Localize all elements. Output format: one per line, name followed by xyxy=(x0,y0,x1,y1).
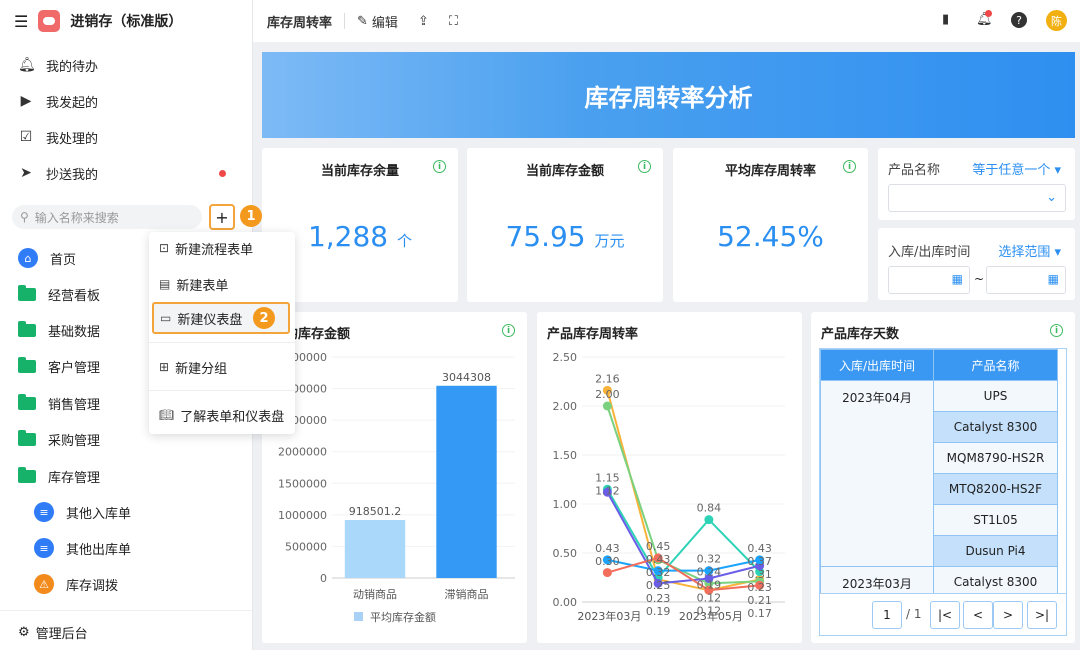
data-point xyxy=(602,401,612,411)
data-label: 0.43 xyxy=(747,542,772,555)
data-label: 0.24 xyxy=(697,566,722,579)
column-header: 产品名称 xyxy=(933,349,1058,381)
column-header: 入库/出库时间 xyxy=(820,349,934,381)
page-total: / 1 xyxy=(906,607,922,621)
data-label: 0.21 xyxy=(747,594,772,607)
y-tick-label: 1000000 xyxy=(278,509,327,522)
y-tick-label: 0.00 xyxy=(553,596,578,609)
date-cell: 2023年04月 xyxy=(820,380,934,567)
product-cell: ST1L05 xyxy=(933,504,1058,536)
product-cell: UPS xyxy=(933,380,1058,412)
data-label: 0.31 xyxy=(747,568,772,581)
y-tick-label: 1500000 xyxy=(278,477,327,490)
data-label: 2.16 xyxy=(595,372,620,385)
data-label: 0.37 xyxy=(747,555,772,568)
label: 新建流程表单 xyxy=(175,242,254,258)
prev-page-button[interactable]: < xyxy=(963,601,993,629)
data-point xyxy=(704,515,714,525)
x-tick-label: 动销商品 xyxy=(353,587,397,601)
product-cell: Catalyst 8300 xyxy=(933,411,1058,443)
y-tick-label: 500000 xyxy=(285,540,327,553)
legend-label: 平均库存金额 xyxy=(370,610,436,624)
menu-item-new-group[interactable]: ⊞ 新建分组 xyxy=(149,351,295,383)
product-cell: MTQ8200-HS2F xyxy=(933,473,1058,505)
x-tick-label: 2023年03月 xyxy=(577,609,641,623)
y-tick-label: 2.50 xyxy=(553,351,578,364)
data-label: 0.23 xyxy=(747,581,772,594)
y-tick-label: 0 xyxy=(320,572,327,585)
data-label: 0.84 xyxy=(697,502,722,515)
menu-item-learn[interactable]: 📖︎ 了解表单和仪表盘 xyxy=(149,399,295,431)
y-tick-label: 0.50 xyxy=(553,547,578,560)
last-page-button[interactable]: >| xyxy=(1027,601,1057,629)
data-label: 1.15 xyxy=(595,471,620,484)
menu-item-new-flow-form[interactable]: ⊡ 新建流程表单 xyxy=(149,232,295,264)
label: 新建分组 xyxy=(175,361,228,377)
data-label: 0.19 xyxy=(646,605,671,618)
data-label: 0.32 xyxy=(697,553,722,566)
flow-form-icon: ⊡ xyxy=(159,241,170,255)
data-label: 0.43 xyxy=(595,542,620,555)
step-badge-1: 1 xyxy=(240,205,262,227)
y-tick-label: 2.00 xyxy=(553,400,578,413)
divider xyxy=(149,342,295,343)
step-badge-2: 2 xyxy=(253,307,275,329)
next-page-button[interactable]: > xyxy=(993,601,1023,629)
table-row: 2023年04月 UPS xyxy=(820,380,1058,567)
add-group-icon: ⊞ xyxy=(159,360,170,374)
data-point xyxy=(602,568,612,578)
data-table: 入库/出库时间 产品名称 2023年04月 UPS Catalyst 8300 MQM87… xyxy=(819,348,1067,636)
table-title: 产品库存天数 xyxy=(821,327,900,342)
data-label: 1.12 xyxy=(595,484,620,497)
data-label: 0.12 xyxy=(697,592,722,605)
bar xyxy=(436,385,497,578)
dashboard-icon: ▭ xyxy=(160,311,172,325)
create-menu: ⊡ 新建流程表单 ▤ 新建表单 ▭ 新建仪表盘 ⊞ 新建分组 📖︎ 了解表单和仪表盘 xyxy=(149,232,295,434)
bar-value-label: 918501.2 xyxy=(349,505,402,518)
data-label: 0.17 xyxy=(747,607,772,620)
x-tick-label: 滞销商品 xyxy=(445,587,489,601)
label: 新建表单 xyxy=(176,278,229,294)
label: 新建仪表盘 xyxy=(177,312,243,328)
data-label: 0.30 xyxy=(595,555,620,568)
table-card: 产品库存天数 i 入库/出库时间 产品名称 2023年04月 UPS Catalyst … xyxy=(811,312,1075,643)
data-label: 0.45 xyxy=(646,540,671,553)
menu-item-new-form[interactable]: ▤ 新建表单 xyxy=(149,268,295,300)
y-tick-label: 1.50 xyxy=(553,449,578,462)
bar xyxy=(344,520,406,578)
data-label: 0.12 xyxy=(697,605,722,618)
series-line xyxy=(606,390,760,592)
data-label: 0.23 xyxy=(646,592,671,605)
data-label: 0.19 xyxy=(697,579,722,592)
data-label: 2.00 xyxy=(595,388,620,401)
data-label: 0.43 xyxy=(646,553,671,566)
data-label: 0.32 xyxy=(646,566,671,579)
info-icon[interactable]: i xyxy=(1050,324,1063,337)
form-icon: ▤ xyxy=(159,277,171,291)
data-label: 0.25 xyxy=(646,579,671,592)
divider xyxy=(149,390,295,391)
y-tick-label: 1.00 xyxy=(553,498,578,511)
product-cell: Dusun Pi4 xyxy=(933,535,1058,567)
legend-swatch xyxy=(354,612,363,621)
bar-value-label: 3044308 xyxy=(442,371,491,384)
page-input[interactable]: 1 xyxy=(872,601,902,629)
y-tick-label: 2000000 xyxy=(278,446,327,459)
label: 了解表单和仪表盘 xyxy=(180,409,285,425)
product-cell: MQM8790-HS2R xyxy=(933,442,1058,474)
series-line xyxy=(606,405,760,585)
book-icon: 📖︎ xyxy=(159,408,175,422)
pagination: 1 / 1 |< < > >| xyxy=(820,593,1066,635)
first-page-button[interactable]: |< xyxy=(930,601,960,629)
